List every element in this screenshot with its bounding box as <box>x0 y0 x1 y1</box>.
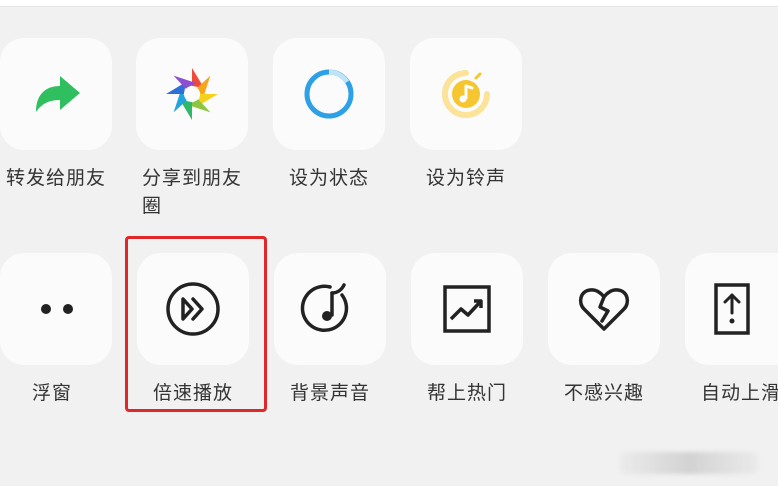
background-sound-icon <box>300 279 360 339</box>
background-sound-item[interactable]: 背景声音 <box>274 253 386 404</box>
ringtone-icon <box>436 64 496 124</box>
speed-play-label: 倍速播放 <box>152 382 233 404</box>
help-trending-item[interactable]: 帮上热门 <box>411 253 523 404</box>
moments-shutter-icon <box>162 64 222 124</box>
forward-to-friend-label: 转发给朋友 <box>6 167 107 189</box>
set-as-ringtone-button[interactable] <box>410 38 522 150</box>
float-window-item[interactable]: 浮窗 <box>0 253 112 404</box>
trending-chart-icon <box>437 279 497 339</box>
set-as-ringtone-item[interactable]: 设为铃声 <box>410 38 522 189</box>
not-interested-button[interactable] <box>548 253 660 365</box>
speed-play-button[interactable] <box>137 253 249 365</box>
blurred-watermark <box>620 452 758 474</box>
auto-scroll-up-icon <box>702 279 762 339</box>
forward-to-friend-item[interactable]: 转发给朋友 <box>0 38 112 189</box>
forward-to-friend-button[interactable] <box>0 38 112 150</box>
speed-play-item[interactable]: 倍速播放 <box>137 253 249 404</box>
background-sound-button[interactable] <box>274 253 386 365</box>
share-arrow-icon <box>26 64 86 124</box>
help-trending-button[interactable] <box>411 253 523 365</box>
float-window-dots-icon <box>26 299 86 319</box>
speed-play-icon <box>163 279 223 339</box>
auto-scroll-up-label: 自动上滑 <box>701 382 778 404</box>
set-as-status-button[interactable] <box>273 38 385 150</box>
top-divider <box>0 0 778 7</box>
float-window-button[interactable] <box>0 253 112 365</box>
broken-heart-icon <box>574 279 634 339</box>
auto-scroll-up-item[interactable]: 自动上滑 <box>685 253 778 404</box>
share-to-moments-label-text: 分享到朋友圈 <box>142 167 243 217</box>
help-trending-label: 帮上热门 <box>426 382 507 404</box>
set-as-status-label: 设为状态 <box>288 167 369 189</box>
not-interested-label: 不感兴趣 <box>563 382 644 404</box>
float-window-label: 浮窗 <box>31 382 72 404</box>
set-as-status-item[interactable]: 设为状态 <box>273 38 385 189</box>
auto-scroll-up-button[interactable] <box>685 253 778 365</box>
status-ring-icon <box>299 64 359 124</box>
set-as-ringtone-label: 设为铃声 <box>425 167 506 189</box>
not-interested-item[interactable]: 不感兴趣 <box>548 253 660 404</box>
share-to-moments-button[interactable] <box>136 38 248 150</box>
background-sound-label: 背景声音 <box>289 382 370 404</box>
share-to-moments-item[interactable]: 分享到朋友圈 <box>136 38 248 217</box>
